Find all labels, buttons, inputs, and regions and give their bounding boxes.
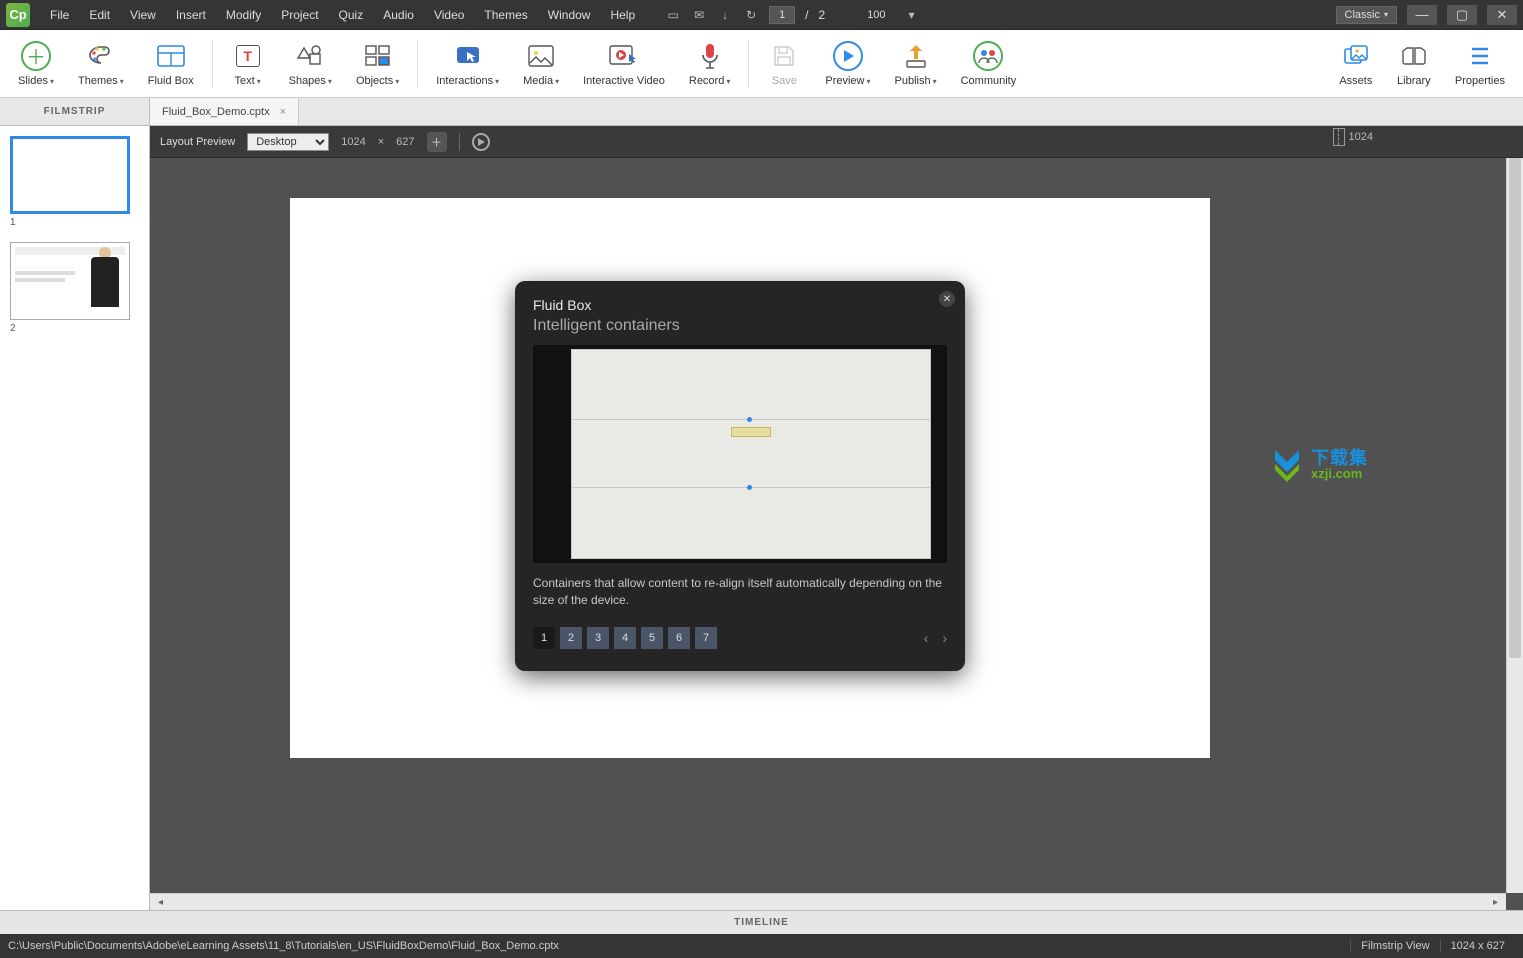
menu-project[interactable]: Project (271, 4, 328, 26)
toolbar: ＋ Slides▾ Themes▾ Fluid Box T Text▾ Shap… (0, 30, 1523, 98)
ruler-guide[interactable]: 1024 (1333, 128, 1373, 146)
tool-media[interactable]: Media▾ (511, 30, 571, 97)
tool-publish[interactable]: Publish▾ (883, 30, 949, 97)
slide-thumb-label: 1 (10, 217, 139, 228)
tool-properties[interactable]: Properties (1443, 30, 1517, 97)
slide-thumb-label: 2 (10, 323, 139, 334)
tool-library[interactable]: Library (1385, 30, 1443, 97)
page-sep: / (805, 8, 808, 22)
document-tab-row: FILMSTRIP Fluid_Box_Demo.cptx × (0, 98, 1523, 126)
pagination-2[interactable]: 2 (560, 627, 582, 649)
status-filepath: C:\Users\Public\Documents\Adobe\eLearnin… (8, 940, 559, 952)
layout-preview-label: Layout Preview (160, 136, 235, 148)
menu-video[interactable]: Video (424, 4, 474, 26)
menu-edit[interactable]: Edit (79, 4, 120, 26)
vertical-scrollbar[interactable] (1506, 158, 1523, 893)
menu-file[interactable]: File (40, 4, 79, 26)
status-bar: C:\Users\Public\Documents\Adobe\eLearnin… (0, 934, 1523, 958)
layout-x: × (378, 136, 384, 148)
pagination-5[interactable]: 5 (641, 627, 663, 649)
tool-slides[interactable]: ＋ Slides▾ (6, 30, 66, 97)
status-view: Filmstrip View (1350, 940, 1439, 952)
popover-title: Fluid Box (533, 297, 947, 313)
slide-thumb-2[interactable] (10, 242, 130, 320)
tool-record[interactable]: Record▾ (677, 30, 742, 97)
popover-illustration (533, 345, 947, 563)
status-dimensions: 1024 x 627 (1440, 940, 1515, 952)
sync-icon[interactable]: ↻ (743, 7, 759, 23)
tool-text[interactable]: T Text▾ (219, 30, 277, 97)
tool-shapes[interactable]: Shapes▾ (277, 30, 344, 97)
close-icon[interactable]: ✕ (939, 291, 955, 307)
menu-view[interactable]: View (120, 4, 166, 26)
tool-save: Save (755, 30, 813, 97)
chevron-down-icon[interactable]: ▾ (904, 7, 920, 23)
page-current-input[interactable] (769, 6, 795, 24)
tool-fluidbox[interactable]: Fluid Box (136, 30, 206, 97)
device-select[interactable]: Desktop (247, 133, 329, 151)
pagination-7[interactable]: 7 (695, 627, 717, 649)
add-breakpoint-button[interactable]: ＋ (427, 132, 447, 152)
scroll-right-icon[interactable]: ▸ (1489, 897, 1502, 908)
layout-width: 1024 (341, 136, 365, 148)
tool-assets[interactable]: Assets (1327, 30, 1385, 97)
ruler-guide-value: 1024 (1349, 131, 1373, 143)
popover-pagination: 1 2 3 4 5 6 7 ‹ › (533, 627, 947, 649)
filmstrip-header: FILMSTRIP (0, 98, 150, 125)
chevron-right-icon[interactable]: › (942, 630, 947, 646)
popover-subtitle: Intelligent containers (533, 317, 947, 335)
chevron-left-icon[interactable]: ‹ (924, 630, 929, 646)
tool-objects[interactable]: Objects▾ (344, 30, 411, 97)
tool-community[interactable]: Community (949, 30, 1029, 97)
timeline-panel-header[interactable]: TIMELINE (0, 910, 1523, 934)
menubar: Cp File Edit View Insert Modify Project … (0, 0, 1523, 30)
slide-thumb-1[interactable] (10, 136, 130, 214)
document-tab-label: Fluid_Box_Demo.cptx (162, 106, 270, 118)
workspace-button[interactable]: Classic ▾ (1336, 6, 1397, 24)
window-minimize[interactable]: — (1407, 5, 1437, 25)
window-close[interactable]: ✕ (1487, 5, 1517, 25)
horizontal-scrollbar[interactable]: ◂ ▸ (150, 893, 1506, 910)
pagination-6[interactable]: 6 (668, 627, 690, 649)
download-icon[interactable]: ↓ (717, 7, 733, 23)
tool-interactive-video[interactable]: Interactive Video (571, 30, 677, 97)
menu-insert[interactable]: Insert (166, 4, 216, 26)
tool-themes[interactable]: Themes▾ (66, 30, 136, 97)
menu-themes[interactable]: Themes (474, 4, 537, 26)
document-tab[interactable]: Fluid_Box_Demo.cptx × (150, 98, 299, 125)
close-icon[interactable]: × (280, 106, 286, 118)
menu-quiz[interactable]: Quiz (329, 4, 374, 26)
tool-preview[interactable]: Preview▾ (813, 30, 882, 97)
mail-icon[interactable]: ✉ (691, 7, 707, 23)
pagination-4[interactable]: 4 (614, 627, 636, 649)
layout-preview-bar: Layout Preview Desktop 1024 × 627 ＋ 1024 (150, 126, 1523, 158)
page-total: 2 (819, 8, 826, 22)
coach-popover: ✕ Fluid Box Intelligent containers Conta… (515, 281, 965, 671)
pagination-3[interactable]: 3 (587, 627, 609, 649)
menu-modify[interactable]: Modify (216, 4, 271, 26)
pagination-1[interactable]: 1 (533, 627, 555, 649)
layout-height: 627 (396, 136, 414, 148)
menu-audio[interactable]: Audio (373, 4, 424, 26)
scroll-left-icon[interactable]: ◂ (154, 897, 167, 908)
popover-description: Containers that allow content to re-alig… (533, 575, 947, 609)
preview-play-button[interactable] (472, 133, 490, 151)
zoom-level[interactable]: 100 (859, 7, 893, 23)
menu-window[interactable]: Window (538, 4, 601, 26)
menu-help[interactable]: Help (600, 4, 645, 26)
layout-icon[interactable]: ▭ (665, 7, 681, 23)
app-logo: Cp (6, 3, 30, 27)
window-maximize[interactable]: ▢ (1447, 5, 1477, 25)
tool-interactions[interactable]: Interactions▾ (424, 30, 511, 97)
canvas-area: Layout Preview Desktop 1024 × 627 ＋ 1024… (150, 126, 1523, 910)
filmstrip: 1 2 (0, 126, 150, 910)
